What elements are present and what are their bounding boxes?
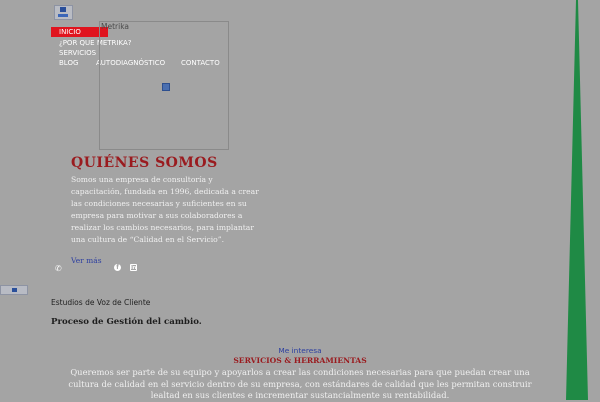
nav-item-servicios[interactable]: SERVICIOS xyxy=(59,49,96,57)
about-paragraph: Somos una empresa de consultoría y capac… xyxy=(71,175,259,245)
linkedin-icon[interactable]: in xyxy=(130,264,137,271)
facebook-icon[interactable]: f xyxy=(114,264,121,271)
study-section-title: Estudios de Voz de Cliente xyxy=(51,298,151,307)
nav-item-blog[interactable]: BLOG xyxy=(59,59,78,67)
services-title: SERVICIOS & HERRAMIENTAS xyxy=(233,356,367,365)
about-heading: QUIÉNES SOMOS xyxy=(71,155,218,171)
green-bar-shape xyxy=(566,0,588,400)
decorative-green-bar xyxy=(566,0,588,400)
image-placeholder-icon xyxy=(162,83,170,91)
logo[interactable] xyxy=(54,5,73,20)
small-logo[interactable] xyxy=(0,285,28,295)
phone-icon[interactable]: ✆ xyxy=(55,264,62,273)
logo-text xyxy=(58,14,68,17)
ver-mas-link[interactable]: Ver más xyxy=(71,256,102,265)
process-section-title: Proceso de Gestión del cambio. xyxy=(51,317,202,327)
logo-mark xyxy=(60,7,66,12)
me-interesa-link[interactable]: Me interesa xyxy=(0,346,600,355)
small-logo-mark xyxy=(12,288,17,292)
media-frame: Metrika xyxy=(99,21,229,150)
services-description: Queremos ser parte de su equipo y apoyar… xyxy=(68,367,532,400)
frame-title: Metrika xyxy=(101,22,130,31)
